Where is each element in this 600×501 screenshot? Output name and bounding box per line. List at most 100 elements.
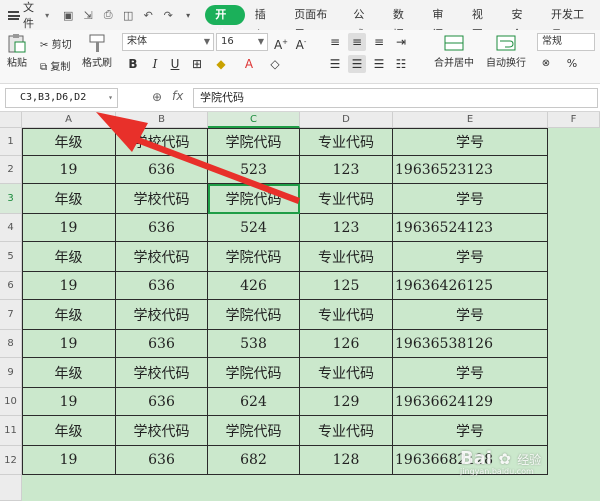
column-header-B[interactable]: B bbox=[116, 112, 208, 128]
cell-B7[interactable]: 学校代码 bbox=[116, 300, 208, 330]
cell-B10[interactable]: 636 bbox=[116, 388, 208, 416]
tab-2[interactable]: 页面布局 bbox=[284, 5, 343, 41]
row-header-10[interactable]: 10 bbox=[0, 388, 22, 416]
row-header-7[interactable]: 7 bbox=[0, 300, 22, 330]
cell-B1[interactable]: 学校代码 bbox=[116, 128, 208, 156]
wrap-text-button[interactable]: 自动换行 bbox=[486, 32, 526, 69]
column-header-A[interactable]: A bbox=[22, 112, 116, 128]
cell-D5[interactable]: 专业代码 bbox=[300, 242, 393, 272]
zoom-icon[interactable]: ⊕ bbox=[152, 90, 162, 104]
cell-A5[interactable]: 年级 bbox=[22, 242, 116, 272]
percent-icon[interactable]: % bbox=[563, 55, 581, 73]
currency-icon[interactable]: ⊗ bbox=[537, 55, 555, 73]
cell-C1[interactable]: 学院代码 bbox=[208, 128, 300, 156]
cell-E9[interactable]: 学号 bbox=[393, 358, 548, 388]
row-header-3[interactable]: 3 bbox=[0, 184, 22, 214]
merge-center-button[interactable]: 合并居中 bbox=[434, 32, 474, 69]
cell-C8[interactable]: 538 bbox=[208, 330, 300, 358]
cell-A7[interactable]: 年级 bbox=[22, 300, 116, 330]
cell-C11[interactable]: 学院代码 bbox=[208, 416, 300, 446]
tab-1[interactable]: 插入 bbox=[245, 5, 285, 41]
row-header-2[interactable]: 2 bbox=[0, 156, 22, 184]
cell-D10[interactable]: 129 bbox=[300, 388, 393, 416]
row-header-9[interactable]: 9 bbox=[0, 358, 22, 388]
cell-D11[interactable]: 专业代码 bbox=[300, 416, 393, 446]
cell-D12[interactable]: 128 bbox=[300, 446, 393, 475]
cell-B9[interactable]: 学校代码 bbox=[116, 358, 208, 388]
indent-icon[interactable]: ⇥ bbox=[392, 33, 410, 51]
cell-C10[interactable]: 624 bbox=[208, 388, 300, 416]
cell-A11[interactable]: 年级 bbox=[22, 416, 116, 446]
cell-C9[interactable]: 学院代码 bbox=[208, 358, 300, 388]
column-header-D[interactable]: D bbox=[300, 112, 393, 128]
save-icon[interactable]: ▣ bbox=[59, 6, 77, 24]
tab-0[interactable]: 开始 bbox=[205, 5, 245, 41]
number-format-select[interactable]: 常规 bbox=[537, 33, 595, 51]
cell-D2[interactable]: 123 bbox=[300, 156, 393, 184]
undo-icon[interactable]: ↶ bbox=[139, 6, 157, 24]
cell-A10[interactable]: 19 bbox=[22, 388, 116, 416]
row-header-12[interactable]: 12 bbox=[0, 446, 22, 475]
row-header-5[interactable]: 5 bbox=[0, 242, 22, 272]
more-icon[interactable]: ▾ bbox=[179, 6, 197, 24]
cell-D6[interactable]: 125 bbox=[300, 272, 393, 300]
distribute-icon[interactable]: ☷ bbox=[392, 55, 410, 73]
cell-A8[interactable]: 19 bbox=[22, 330, 116, 358]
tab-7[interactable]: 安全 bbox=[501, 5, 541, 41]
column-header-F[interactable]: F bbox=[548, 112, 600, 128]
cell-E5[interactable]: 学号 bbox=[393, 242, 548, 272]
cell-A1[interactable]: 年级 bbox=[22, 128, 116, 156]
cell-C2[interactable]: 523 bbox=[208, 156, 300, 184]
font-size-select[interactable]: 16 ▼ bbox=[216, 33, 268, 51]
bold-icon[interactable]: B bbox=[124, 55, 142, 73]
cell-E2[interactable]: 19636523123 bbox=[393, 156, 548, 184]
formula-input[interactable]: 学院代码 bbox=[193, 88, 598, 108]
align-top-icon[interactable]: ≡ bbox=[326, 33, 344, 51]
cell-E6[interactable]: 19636426125 bbox=[393, 272, 548, 300]
align-bottom-icon[interactable]: ≡ bbox=[370, 33, 388, 51]
redo-icon[interactable]: ↷ bbox=[159, 6, 177, 24]
cell-B11[interactable]: 学校代码 bbox=[116, 416, 208, 446]
cell-B8[interactable]: 636 bbox=[116, 330, 208, 358]
cell-C6[interactable]: 426 bbox=[208, 272, 300, 300]
cell-B12[interactable]: 636 bbox=[116, 446, 208, 475]
align-center-icon[interactable]: ☰ bbox=[348, 55, 366, 73]
underline-icon[interactable]: U bbox=[166, 55, 184, 73]
cell-C5[interactable]: 学院代码 bbox=[208, 242, 300, 272]
cell-E10[interactable]: 19636624129 bbox=[393, 388, 548, 416]
cell-C3[interactable]: 学院代码 bbox=[208, 184, 300, 214]
paste-button[interactable]: 粘贴 bbox=[6, 32, 28, 69]
row-header-13[interactable] bbox=[0, 475, 22, 501]
row-header-8[interactable]: 8 bbox=[0, 330, 22, 358]
select-all-corner[interactable] bbox=[0, 112, 22, 128]
tab-5[interactable]: 审阅 bbox=[422, 5, 462, 41]
cell-B4[interactable]: 636 bbox=[116, 214, 208, 242]
cell-A6[interactable]: 19 bbox=[22, 272, 116, 300]
cell-B5[interactable]: 学校代码 bbox=[116, 242, 208, 272]
cut-button[interactable]: ✂ 剪切 bbox=[40, 36, 72, 51]
increase-font-icon[interactable]: A+ bbox=[272, 33, 290, 52]
cell-E4[interactable]: 19636524123 bbox=[393, 214, 548, 242]
cell-E8[interactable]: 19636538126 bbox=[393, 330, 548, 358]
format-painter-button[interactable]: 格式刷 bbox=[82, 32, 112, 69]
cell-A9[interactable]: 年级 bbox=[22, 358, 116, 388]
column-header-C[interactable]: C bbox=[208, 112, 300, 128]
row-header-4[interactable]: 4 bbox=[0, 214, 22, 242]
row-header-1[interactable]: 1 bbox=[0, 128, 22, 156]
cell-A4[interactable]: 19 bbox=[22, 214, 116, 242]
copy-button[interactable]: ⧉ 复制 bbox=[40, 58, 70, 73]
fill-color-icon[interactable]: ◆ bbox=[212, 55, 230, 73]
fx-icon[interactable]: fx bbox=[172, 89, 183, 103]
cell-D9[interactable]: 专业代码 bbox=[300, 358, 393, 388]
decrease-font-icon[interactable]: A- bbox=[292, 33, 310, 52]
cell-D8[interactable]: 126 bbox=[300, 330, 393, 358]
row-header-11[interactable]: 11 bbox=[0, 416, 22, 446]
cell-E1[interactable]: 学号 bbox=[393, 128, 548, 156]
cell-A12[interactable]: 19 bbox=[22, 446, 116, 475]
cell-D7[interactable]: 专业代码 bbox=[300, 300, 393, 330]
align-left-icon[interactable]: ☰ bbox=[326, 55, 344, 73]
cell-C12[interactable]: 682 bbox=[208, 446, 300, 475]
cell-A3[interactable]: 年级 bbox=[22, 184, 116, 214]
print-icon[interactable]: ⎙ bbox=[99, 6, 117, 24]
export-icon[interactable]: ⇲ bbox=[79, 6, 97, 24]
